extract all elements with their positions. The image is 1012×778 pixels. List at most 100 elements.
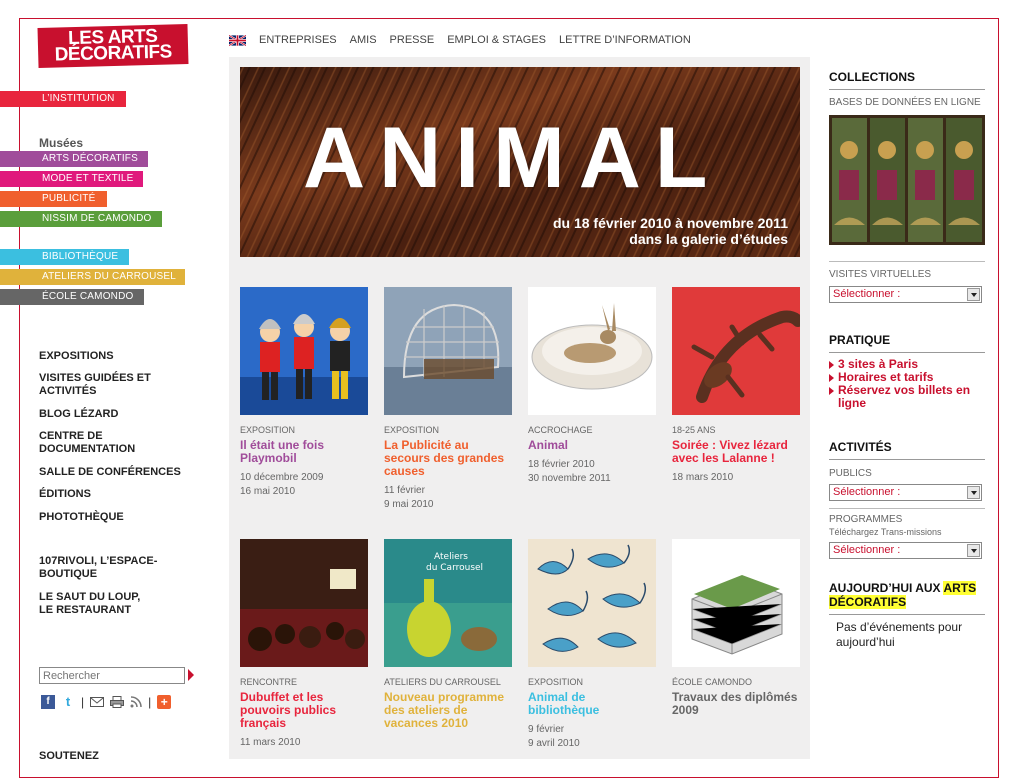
nav-phototheque[interactable]: PHOTOTHÈQUE bbox=[39, 511, 189, 524]
nav-centre-documentation[interactable]: CENTRE DE DOCUMENTATION bbox=[39, 430, 149, 456]
divider bbox=[829, 261, 985, 262]
chevron-down-icon bbox=[967, 486, 980, 499]
screen-collection-image[interactable] bbox=[829, 115, 985, 245]
hero-title: ANIMAL bbox=[303, 110, 722, 206]
card-playmobil[interactable]: EXPOSITION Il était une fois Playmobil 1… bbox=[240, 287, 368, 499]
nav-soutenez[interactable]: SOUTENEZ bbox=[39, 750, 99, 762]
nav-bibliotheque[interactable]: BIBLIOTHÈQUE bbox=[0, 249, 129, 265]
card-title[interactable]: Il était une fois Playmobil bbox=[240, 439, 368, 465]
nav-institution[interactable]: L’INSTITUTION bbox=[0, 91, 126, 107]
card-category: ACCROCHAGE bbox=[528, 425, 593, 435]
twitter-icon[interactable]: t bbox=[61, 695, 75, 709]
card-category: ATELIERS DU CARROUSEL bbox=[384, 677, 501, 687]
svg-text:Ateliers: Ateliers bbox=[434, 552, 468, 562]
card-dates: 11 février 9 mai 2010 bbox=[384, 485, 434, 510]
arrow-icon bbox=[829, 361, 834, 369]
search-submit-icon[interactable] bbox=[188, 669, 194, 681]
nav-ateliers-du-carrousel[interactable]: ATELIERS DU CARROUSEL bbox=[0, 269, 185, 285]
bases-donnees-link[interactable]: BASES DE DONNÉES EN LIGNE bbox=[829, 97, 985, 108]
card-dates: 11 mars 2010 bbox=[240, 737, 301, 748]
arrow-icon bbox=[829, 387, 834, 395]
card-animal-bibliotheque[interactable]: EXPOSITION Animal de bibliothèque 9 févr… bbox=[528, 539, 656, 751]
collections-heading: COLLECTIONS bbox=[829, 70, 985, 90]
visites-select[interactable]: Sélectionner : bbox=[829, 286, 982, 303]
pratique-heading: PRATIQUE bbox=[829, 333, 985, 353]
card-publicite[interactable]: EXPOSITION La Publicité au secours des g… bbox=[384, 287, 512, 512]
rabbit-bowl-thumbnail bbox=[528, 287, 656, 415]
conference-thumbnail bbox=[240, 539, 368, 667]
hero-location: dans la galerie d’études bbox=[629, 231, 788, 247]
publics-label: PUBLICS bbox=[829, 468, 872, 479]
search-input[interactable] bbox=[39, 667, 185, 684]
nav-107rivoli[interactable]: 107RIVOLI, L’ESPACE-BOUTIQUE bbox=[39, 555, 164, 581]
ateliers-brochure-thumbnail: Ateliers du Carrousel bbox=[384, 539, 512, 667]
card-travaux-diplomes[interactable]: ÉCOLE CAMONDO Travaux des diplômés 2009 bbox=[672, 539, 800, 717]
nav-blog-lezard[interactable]: BLOG LÉZARD bbox=[39, 408, 189, 421]
email-icon[interactable] bbox=[90, 697, 105, 707]
lizard-thumbnail bbox=[672, 287, 800, 415]
topnav-emploi-stages[interactable]: EMPLOI & STAGES bbox=[447, 34, 546, 46]
print-icon[interactable] bbox=[110, 696, 125, 708]
nav-ecole-camondo[interactable]: ÉCOLE CAMONDO bbox=[0, 289, 144, 305]
divider: | bbox=[81, 695, 85, 709]
aujourdhui-heading: AUJOURD’HUI AUX ARTS DÉCORATIFS bbox=[829, 581, 985, 615]
card-title[interactable]: Animal de bibliothèque bbox=[528, 691, 656, 717]
programmes-label: PROGRAMMES bbox=[829, 514, 903, 525]
nav-editions[interactable]: ÉDITIONS bbox=[39, 488, 189, 501]
rss-icon[interactable] bbox=[130, 696, 142, 708]
share-plus-icon[interactable]: + bbox=[157, 695, 172, 709]
site-logo[interactable]: LES ARTS DÉCORATIFS bbox=[37, 24, 189, 68]
card-category: RENCONTRE bbox=[240, 677, 298, 687]
social-toolbar: f t | | + bbox=[41, 695, 172, 709]
card-animal[interactable]: ACCROCHAGE Animal 18 février 2010 30 nove… bbox=[528, 287, 656, 486]
topnav-presse[interactable]: PRESSE bbox=[390, 34, 435, 46]
nav-mode-textile[interactable]: MODE ET TEXTILE bbox=[0, 171, 143, 187]
main-content: ANIMAL du 18 février 2010 à novembre 201… bbox=[229, 57, 810, 759]
topnav-entreprises[interactable]: ENTREPRISES bbox=[259, 34, 337, 46]
hero-dates: du 18 février 2010 à novembre 2011 bbox=[552, 215, 788, 231]
telechargez-link[interactable]: Téléchargez Trans-missions bbox=[829, 527, 985, 537]
topnav-lettre-information[interactable]: LETTRE D’INFORMATION bbox=[559, 34, 691, 46]
card-title[interactable]: Nouveau programme des ateliers de vacanc… bbox=[384, 691, 512, 730]
right-column: COLLECTIONS BASES DE DONNÉES EN LIGNE VI… bbox=[829, 70, 985, 650]
card-title[interactable]: Dubuffet et les pouvoirs publics françai… bbox=[240, 691, 368, 730]
musees-title: Musées bbox=[39, 136, 84, 150]
chevron-down-icon bbox=[967, 544, 980, 557]
wire-helmet-thumbnail bbox=[384, 287, 512, 415]
card-title[interactable]: Animal bbox=[528, 439, 656, 452]
chevron-down-icon bbox=[967, 288, 980, 301]
nav-expositions[interactable]: EXPOSITIONS bbox=[39, 350, 189, 363]
nav-salle-conferences[interactable]: SALLE DE CONFÉRENCES bbox=[39, 466, 189, 479]
hero-banner[interactable]: ANIMAL du 18 février 2010 à novembre 201… bbox=[240, 67, 800, 257]
uk-flag-icon[interactable] bbox=[229, 34, 246, 46]
nav-nissim-de-camondo[interactable]: NISSIM DE CAMONDO bbox=[0, 211, 162, 227]
card-dubuffet[interactable]: RENCONTRE Dubuffet et les pouvoirs publi… bbox=[240, 539, 368, 750]
activites-heading: ACTIVITÉS bbox=[829, 440, 985, 460]
topnav-amis[interactable]: AMIS bbox=[350, 34, 377, 46]
building-model-thumbnail bbox=[672, 539, 800, 667]
card-title[interactable]: Soirée : Vivez lézard avec les Lalanne ! bbox=[672, 439, 800, 465]
card-title[interactable]: Travaux des diplômés 2009 bbox=[672, 691, 800, 717]
card-ateliers-vacances[interactable]: Ateliers du Carrousel ATELIERS DU CARROU… bbox=[384, 539, 512, 730]
pratique-link-billets[interactable]: Réservez vos billets en ligne bbox=[829, 384, 985, 410]
card-category: EXPOSITION bbox=[384, 425, 440, 435]
card-soiree-lezard[interactable]: 18-25 ANS Soirée : Vivez lézard avec les… bbox=[672, 287, 800, 485]
card-category: ÉCOLE CAMONDO bbox=[672, 677, 753, 687]
top-nav: ENTREPRISES AMIS PRESSE EMPLOI & STAGES … bbox=[229, 34, 691, 46]
card-category: EXPOSITION bbox=[528, 677, 584, 687]
nav-publicite[interactable]: PUBLICITÉ bbox=[0, 191, 107, 207]
logo-line2: DÉCORATIFS bbox=[54, 41, 172, 66]
nav-arts-decoratifs[interactable]: ARTS DÉCORATIFS bbox=[0, 151, 148, 167]
programmes-select[interactable]: Sélectionner : bbox=[829, 542, 982, 559]
card-title[interactable]: La Publicité au secours des grandes caus… bbox=[384, 439, 512, 478]
card-category: EXPOSITION bbox=[240, 425, 296, 435]
nav-saut-du-loup[interactable]: LE SAUT DU LOUP, LE RESTAURANT bbox=[39, 591, 149, 617]
arrow-icon bbox=[829, 374, 834, 382]
playmobil-thumbnail bbox=[240, 287, 368, 415]
hero-subtitle: du 18 février 2010 à novembre 2011 dans … bbox=[553, 215, 788, 247]
facebook-icon[interactable]: f bbox=[41, 695, 55, 709]
nav-visites-guidees[interactable]: VISITES GUIDÉES ET ACTIVITÉS bbox=[39, 372, 164, 398]
publics-select[interactable]: Sélectionner : bbox=[829, 484, 982, 501]
card-category: 18-25 ANS bbox=[672, 425, 716, 435]
card-dates: 9 février 9 avril 2010 bbox=[528, 724, 580, 749]
